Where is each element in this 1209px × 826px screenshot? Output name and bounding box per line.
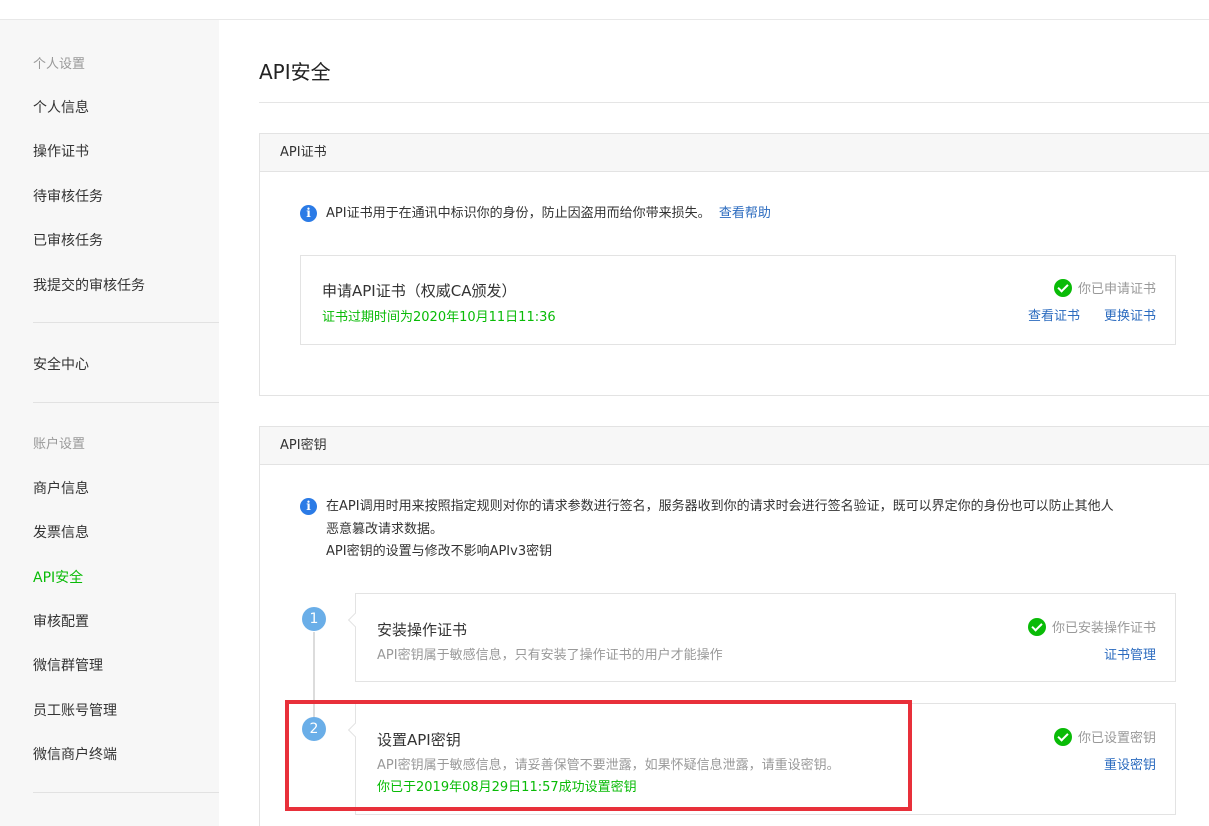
sidebar-item-pending-tasks[interactable]: 待审核任务 <box>33 186 103 206</box>
info-icon: i <box>300 205 317 222</box>
sidebar-item-merchant-info[interactable]: 商户信息 <box>33 478 89 498</box>
step-1-status: 你已安装操作证书 <box>1027 617 1156 638</box>
step-2-title: 设置API密钥 <box>377 731 461 749</box>
cert-expire-text: 证书过期时间为2020年10月11日11:36 <box>322 310 556 325</box>
view-cert-link[interactable]: 查看证书 <box>1028 305 1080 324</box>
sidebar-item-invoice-info[interactable]: 发票信息 <box>33 522 89 542</box>
step-2-badge: 2 <box>302 717 326 741</box>
sidebar-item-submitted-tasks[interactable]: 我提交的审核任务 <box>33 275 145 295</box>
api-key-info-line2: 恶意篡改请求数据。 <box>326 522 444 537</box>
cert-status: 你已申请证书 <box>1053 278 1156 299</box>
apply-cert-title: 申请API证书（权威CA颁发） <box>322 282 517 300</box>
sidebar-divider <box>33 402 219 403</box>
main-content: API安全 API证书 i API证书用于在通讯中标识你的身份，防止因盗用而给你… <box>219 20 1209 826</box>
step-2-status-text: 你已设置密钥 <box>1077 731 1156 746</box>
page-title: API安全 <box>259 60 331 84</box>
step-2-card: 设置API密钥 API密钥属于敏感信息，请妥善保管不要泄露，如果怀疑信息泄露，请… <box>347 703 1176 815</box>
api-cert-info: API证书用于在通讯中标识你的身份，防止因盗用而给你带来损失。 查看帮助 <box>326 203 771 225</box>
title-divider <box>259 102 1209 103</box>
sidebar-item-operation-cert[interactable]: 操作证书 <box>33 141 89 161</box>
step-2-desc: API密钥属于敏感信息，请妥善保管不要泄露，如果怀疑信息泄露，请重设密钥。 <box>377 758 840 773</box>
cert-manage-link[interactable]: 证书管理 <box>1104 644 1156 663</box>
sidebar-item-personal-info[interactable]: 个人信息 <box>33 97 89 117</box>
step-1-card: 安装操作证书 API密钥属于敏感信息，只有安装了操作证书的用户才能操作 你已安装… <box>347 593 1176 682</box>
check-icon <box>1027 617 1046 636</box>
sidebar-item-review-config[interactable]: 审核配置 <box>33 611 89 631</box>
sidebar-group-personal-title: 个人设置 <box>33 57 86 72</box>
sidebar-item-wechat-group[interactable]: 微信群管理 <box>33 655 103 675</box>
info-icon: i <box>300 498 317 515</box>
step-1-status-text: 你已安装操作证书 <box>1051 621 1156 636</box>
top-bar <box>0 0 1209 20</box>
api-key-info-line1: 在API调用时用来按照指定规则对你的请求参数进行签名，服务器收到你的请求时会进行… <box>326 499 1114 514</box>
cert-status-text: 你已申请证书 <box>1077 282 1156 297</box>
sidebar-item-merchant-terminal[interactable]: 微信商户终端 <box>33 744 117 764</box>
sidebar-group-account-title: 账户设置 <box>33 437 86 452</box>
sidebar-item-security-center[interactable]: 安全中心 <box>33 354 89 374</box>
step-1-title: 安装操作证书 <box>377 621 468 639</box>
step-1-desc: API密钥属于敏感信息，只有安装了操作证书的用户才能操作 <box>377 648 723 663</box>
replace-cert-link[interactable]: 更换证书 <box>1104 305 1156 324</box>
key-set-success-text: 你已于2019年08月29日11:57成功设置密钥 <box>377 780 637 795</box>
sidebar: 个人设置 个人信息 操作证书 待审核任务 已审核任务 我提交的审核任务 安全中心… <box>0 20 219 826</box>
sidebar-divider <box>33 322 219 323</box>
api-key-info-line3: API密钥的设置与修改不影响APIv3密钥 <box>326 544 553 559</box>
step-1-badge: 1 <box>302 607 326 631</box>
step-2-status: 你已设置密钥 <box>1053 727 1156 748</box>
sidebar-item-reviewed-tasks[interactable]: 已审核任务 <box>33 230 103 250</box>
sidebar-divider <box>33 792 219 793</box>
help-link[interactable]: 查看帮助 <box>719 206 771 221</box>
apply-cert-card: 申请API证书（权威CA颁发） 证书过期时间为2020年10月11日11:36 … <box>300 255 1176 345</box>
reset-key-link[interactable]: 重设密钥 <box>1104 754 1156 773</box>
check-icon <box>1053 727 1072 746</box>
api-key-panel-title: API密钥 <box>260 427 1209 465</box>
api-cert-info-text: API证书用于在通讯中标识你的身份，防止因盗用而给你带来损失。 <box>326 206 711 221</box>
sidebar-item-staff-accounts[interactable]: 员工账号管理 <box>33 700 117 720</box>
api-cert-panel-title: API证书 <box>260 134 1209 172</box>
check-icon <box>1053 278 1072 297</box>
sidebar-item-api-security[interactable]: API安全 <box>33 567 83 587</box>
